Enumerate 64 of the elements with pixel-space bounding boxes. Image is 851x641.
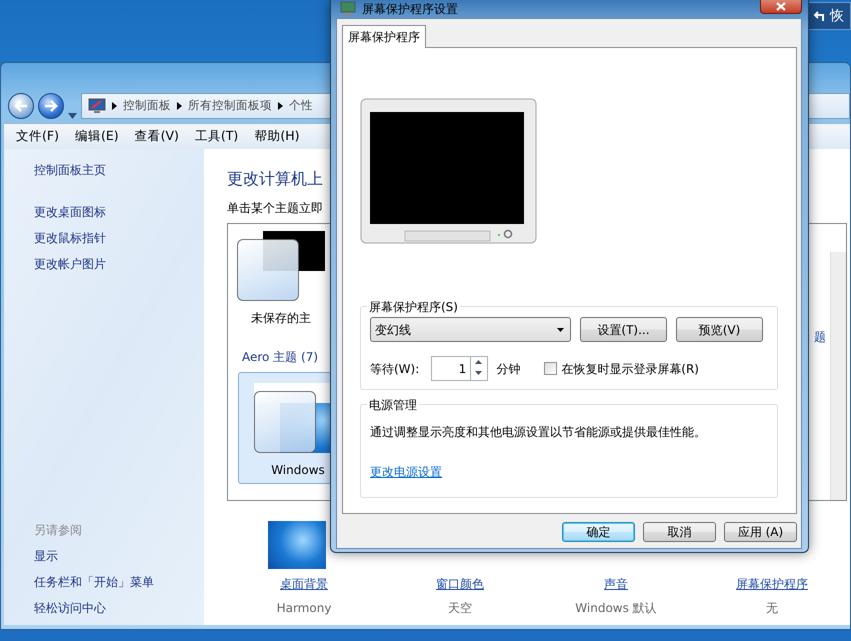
setting-value: Harmony [276,600,332,617]
dialog-button[interactable]: 取消 [643,522,716,542]
dialog-title: 屏幕保护程序设置 [362,1,458,18]
dropdown-caret-icon [557,328,564,332]
setting-value: 天空 [448,600,472,617]
monitor-icon [88,98,106,114]
sidebar-link[interactable]: 更改桌面图标 [34,203,204,221]
dialog-button[interactable]: 设置(T)... [580,317,667,342]
menu-item[interactable]: 编辑(E) [70,127,131,146]
tab[interactable]: 屏幕保护程序 [342,25,426,48]
checkbox[interactable] [544,362,558,375]
menu-item[interactable]: 查看(V) [130,127,191,146]
forward-button[interactable] [38,93,64,119]
scrollbar[interactable] [830,252,846,500]
page-title: 更改计算机上 [227,169,324,189]
more-themes-link[interactable]: 题 [814,328,826,346]
theme-tile[interactable]: 未保存的主 [232,226,330,332]
sidebar-link[interactable]: 轻松访问中心 [34,599,204,617]
dialog-button[interactable]: 应用 (A) [724,522,797,542]
power-description: 通过调整显示亮度和其他电源设置以节省能源或提供最佳性能。 [370,424,707,441]
close-button[interactable] [760,0,802,14]
setting-link[interactable]: 声音 [604,575,628,593]
theme-name: Windows [271,462,325,479]
breadcrumb-arrow-icon [112,102,117,110]
monitor-icon [340,1,356,17]
page-subtitle: 单击某个主题立即 [227,200,324,217]
setting-link[interactable]: 桌面背景 [280,575,328,593]
theme-group-heading: Aero 主题 (7) [242,349,318,366]
dialog-button[interactable]: 预览(V) [676,317,763,342]
menu-item[interactable]: 帮助(H) [250,127,312,146]
menu-item[interactable]: 文件(F) [12,127,71,146]
setting-value: Windows 默认 [575,600,657,617]
breadcrumb-item[interactable]: 所有控制面板项 [188,97,272,115]
breadcrumb-item[interactable]: 个性 [289,97,313,115]
dialog-button[interactable]: 确定 [562,522,635,542]
spin-buttons[interactable] [471,356,488,381]
sidebar-link[interactable]: 更改鼠标指针 [34,229,204,247]
breadcrumb-item[interactable]: 控制面板 [123,97,171,115]
theme-name: 未保存的主 [251,310,311,327]
dropdown-caret-icon [68,113,77,119]
see-also-heading: 另请参阅 [34,522,83,539]
sidebar-link[interactable]: 任务栏和「开始」菜单 [34,573,204,591]
wallpaper-thumbnail [268,521,326,569]
setting-link[interactable]: 屏幕保护程序 [736,575,808,593]
minutes-field[interactable]: 1 [431,356,472,381]
back-button[interactable] [8,93,34,119]
forward-arrow-icon [44,100,58,112]
minutes-unit: 分钟 [496,360,520,378]
setting-link[interactable]: 窗口颜色 [436,575,484,593]
sidebar-link[interactable]: 控制面板主页 [34,161,204,179]
screensaver-dropdown[interactable]: 变幻线 [370,317,571,342]
close-icon [776,2,786,10]
group-label: 屏幕保护程序(S) [367,298,460,316]
sidebar-link[interactable]: 更改帐户图片 [34,255,204,273]
menu-item[interactable]: 工具(T) [190,127,250,146]
back-arrow-icon [14,100,28,112]
checkbox-label[interactable]: 在恢复时显示登录屏幕(R) [561,360,699,378]
sidebar-link[interactable]: 显示 [34,547,204,565]
wait-label: 等待(W): [370,360,420,378]
power-settings-link[interactable]: 更改电源设置 [370,463,442,481]
breadcrumb-arrow-icon [177,102,182,110]
undo-arrow-icon [812,9,826,23]
breadcrumb-arrow-icon [278,102,283,110]
setting-value: 无 [766,600,778,617]
